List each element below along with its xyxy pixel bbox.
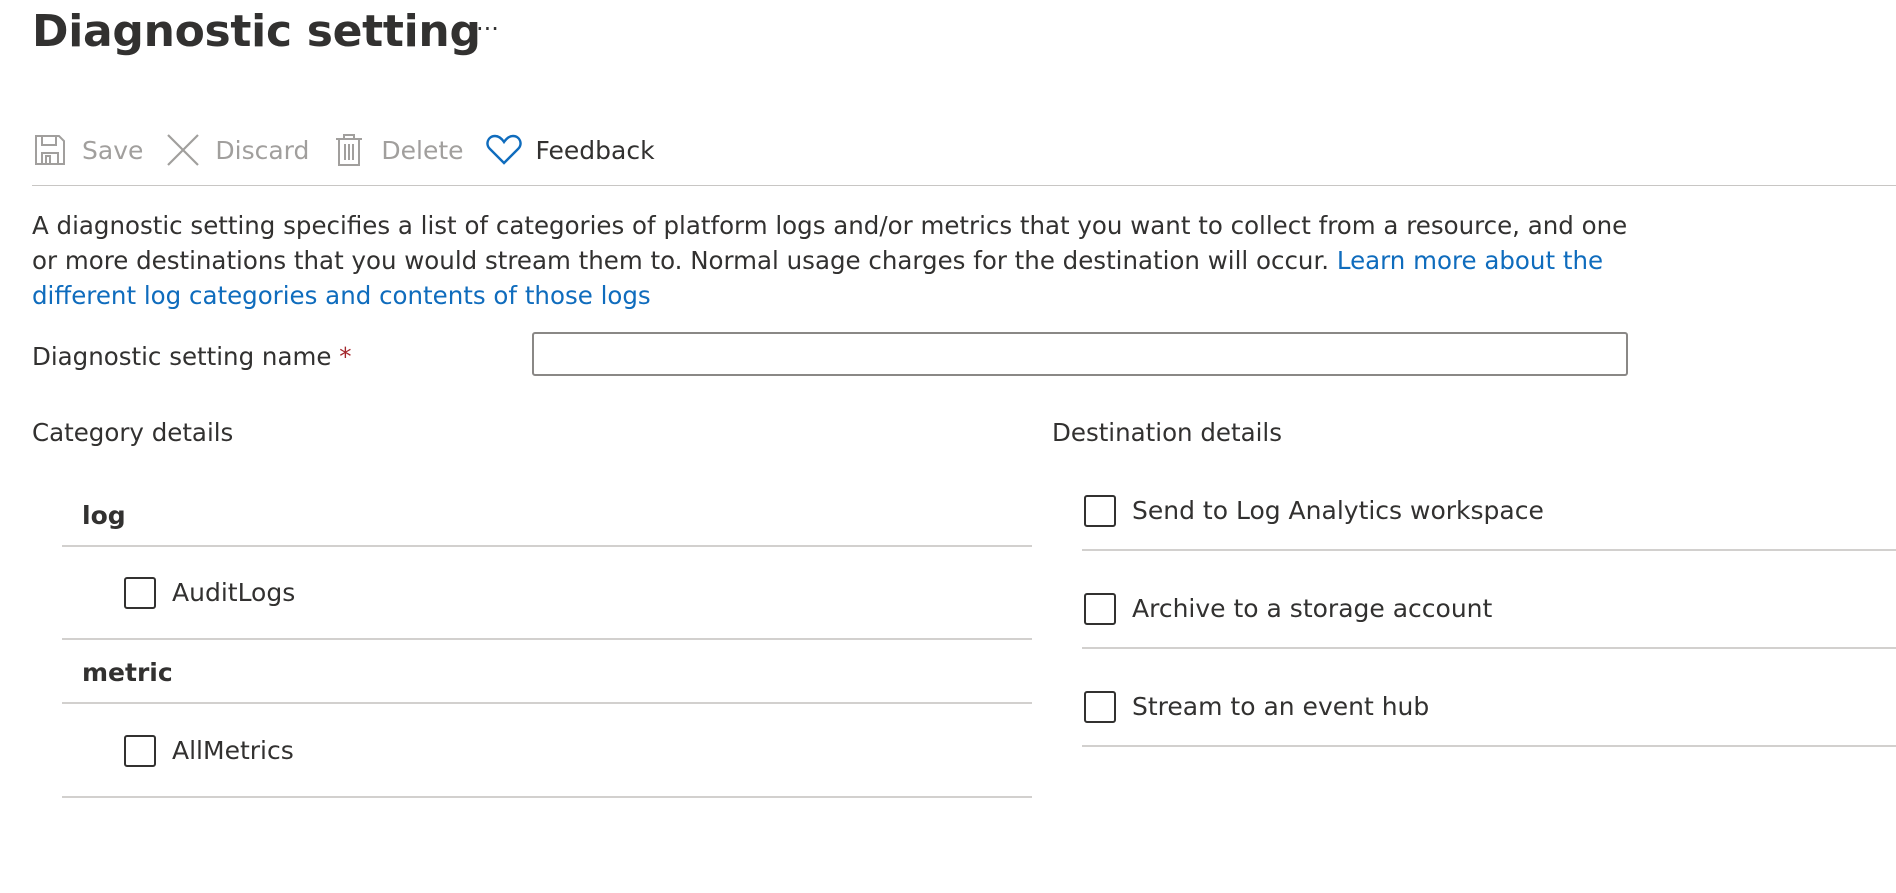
checkbox-storage-account[interactable]: Archive to a storage account bbox=[1084, 592, 1492, 626]
destination-details-heading: Destination details bbox=[1052, 418, 1282, 447]
checkbox-event-hub[interactable]: Stream to an event hub bbox=[1084, 690, 1429, 724]
divider bbox=[1082, 647, 1896, 649]
checkbox-label: Send to Log Analytics workspace bbox=[1132, 496, 1544, 525]
checkbox-label: AuditLogs bbox=[172, 578, 296, 607]
command-bar: Save Discard Delete Feedback bbox=[32, 126, 677, 174]
category-group-metric-title: metric bbox=[82, 658, 173, 687]
divider bbox=[62, 702, 1032, 704]
save-label: Save bbox=[82, 135, 144, 165]
divider bbox=[1082, 549, 1896, 551]
trash-icon bbox=[331, 132, 367, 168]
checkbox-box[interactable] bbox=[1084, 691, 1116, 723]
checkbox-label: Archive to a storage account bbox=[1132, 594, 1493, 623]
description: A diagnostic setting specifies a list of… bbox=[32, 208, 1652, 313]
discard-button[interactable]: Discard bbox=[165, 126, 309, 174]
checkbox-box[interactable] bbox=[1084, 495, 1116, 527]
page-title: Diagnostic setting bbox=[32, 6, 481, 57]
delete-button[interactable]: Delete bbox=[331, 126, 464, 174]
checkbox-box[interactable] bbox=[124, 577, 156, 609]
divider bbox=[1082, 745, 1896, 747]
save-icon bbox=[32, 132, 68, 168]
divider bbox=[62, 545, 1032, 547]
setting-name-label: Diagnostic setting name * bbox=[32, 340, 351, 374]
divider bbox=[62, 638, 1032, 640]
checkbox-box[interactable] bbox=[1084, 593, 1116, 625]
discard-label: Discard bbox=[215, 135, 310, 165]
category-group-log-title: log bbox=[82, 501, 126, 530]
checkbox-log-analytics[interactable]: Send to Log Analytics workspace bbox=[1084, 494, 1544, 528]
required-marker: * bbox=[339, 342, 352, 371]
toolbar-divider bbox=[32, 185, 1896, 186]
more-options-button[interactable]: ··· bbox=[476, 14, 499, 44]
close-icon bbox=[165, 132, 201, 168]
category-details-heading: Category details bbox=[32, 418, 234, 447]
checkbox-auditlogs[interactable]: AuditLogs bbox=[124, 576, 295, 610]
feedback-label: Feedback bbox=[535, 135, 655, 165]
heart-icon bbox=[485, 132, 522, 168]
checkbox-label: Stream to an event hub bbox=[1132, 692, 1430, 721]
setting-name-input[interactable] bbox=[532, 332, 1628, 376]
feedback-button[interactable]: Feedback bbox=[485, 126, 655, 174]
save-button[interactable]: Save bbox=[32, 126, 143, 174]
divider bbox=[62, 796, 1032, 798]
checkbox-allmetrics[interactable]: AllMetrics bbox=[124, 734, 294, 768]
setting-name-label-text: Diagnostic setting name bbox=[32, 342, 332, 371]
delete-label: Delete bbox=[381, 135, 464, 165]
checkbox-label: AllMetrics bbox=[172, 736, 294, 765]
checkbox-box[interactable] bbox=[124, 735, 156, 767]
diagnostic-setting-page: Diagnostic setting ··· Save Discard Dele… bbox=[0, 0, 1896, 893]
